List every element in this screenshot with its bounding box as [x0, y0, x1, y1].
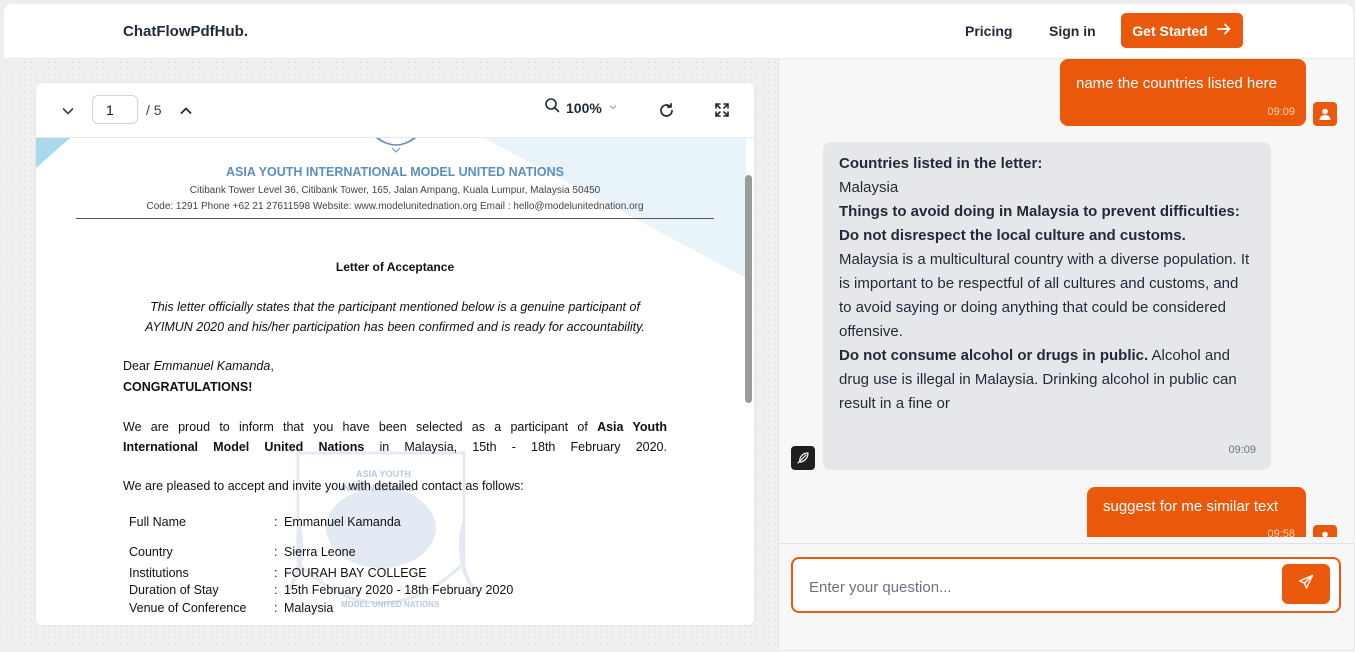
field-colon: : — [274, 545, 278, 559]
intro-line-2: AYIMUN 2020 and his/her participation ha… — [145, 320, 645, 334]
message-time: 09:58 — [1267, 528, 1295, 537]
send-button[interactable] — [1282, 564, 1330, 604]
body-line-1: We are proud to inform that you have bee… — [123, 420, 667, 434]
field-label-full-name: Full Name — [129, 515, 186, 529]
field-value-duration: 15th February 2020 - 18th February 2020 — [284, 583, 514, 597]
assistant-line: Do not consume alcohol or drugs in publi… — [839, 344, 1255, 416]
body-line-1-text: We are proud to inform that you have bee… — [123, 420, 598, 434]
user-message: name the countries listed here 09:09 — [1060, 59, 1306, 126]
pdf-viewer: / 5 100% — [36, 83, 754, 625]
salutation: Dear Emmanuel Kamanda, — [123, 359, 274, 373]
user-message-text: suggest for me similar text — [1103, 498, 1279, 515]
org-title: ASIA YOUTH INTERNATIONAL MODEL UNITED NA… — [226, 165, 564, 179]
page-number-input[interactable] — [92, 95, 138, 124]
field-value-country: Sierra Leone — [284, 545, 356, 559]
assistant-line: Things to avoid doing in Malaysia to pre… — [839, 203, 1240, 220]
user-message: suggest for me similar text 09:58 — [1087, 487, 1306, 537]
header-rule — [76, 218, 714, 219]
user-message-text: name the countries listed here — [1076, 75, 1277, 92]
field-colon: : — [274, 601, 278, 615]
page-decoration-left — [36, 138, 70, 168]
message-time: 09:09 — [1228, 444, 1256, 456]
body-line-1-bold: Asia Youth — [597, 420, 667, 434]
chat-messages: name the countries listed here 09:09 Cou… — [779, 59, 1353, 537]
field-label-country: Country — [129, 545, 173, 559]
intro-line-1: This letter officially states that the p… — [150, 300, 640, 314]
assistant-line: Malaysia is a multicultural country with… — [839, 251, 1250, 340]
chat-panel: name the countries listed here 09:09 Cou… — [779, 59, 1353, 649]
congratulations-text: CONGRATULATIONS! — [123, 380, 253, 394]
assistant-bold: Do not consume alcohol or drugs in publi… — [839, 347, 1149, 364]
assistant-line: Malaysia — [839, 179, 899, 196]
caret-down-icon — [608, 99, 618, 117]
fullscreen-icon[interactable] — [712, 100, 732, 120]
field-value-full-name: Emmanuel Kamanda — [284, 515, 401, 529]
field-label-institutions: Institutions — [129, 566, 189, 580]
get-started-button[interactable]: Get Started — [1121, 13, 1243, 48]
emblem-icon — [366, 138, 426, 159]
top-navbar: ChatFlowPdfHub. Pricing Sign in Get Star… — [4, 4, 1353, 59]
pdf-toolbar: / 5 100% — [36, 83, 754, 138]
search-icon — [544, 97, 560, 118]
assistant-line: Countries listed in the letter: — [839, 155, 1043, 172]
message-time: 09:09 — [1267, 106, 1295, 118]
field-value-venue: Malaysia — [284, 601, 334, 615]
salutation-prefix: Dear — [123, 359, 154, 373]
user-avatar-icon — [1313, 102, 1337, 126]
participant-name: Emmanuel Kamanda — [153, 359, 271, 373]
question-input-box — [791, 557, 1341, 613]
send-icon — [1298, 574, 1314, 595]
zoom-level: 100% — [566, 99, 602, 116]
refresh-icon[interactable] — [656, 100, 676, 120]
field-value-institutions: FOURAH BAY COLLEGE — [284, 566, 427, 580]
field-label-venue: Venue of Conference — [129, 601, 247, 615]
chevron-down-icon[interactable] — [58, 101, 78, 121]
org-address: Citibank Tower Level 36, Citibank Tower,… — [189, 185, 601, 196]
sign-in-link[interactable]: Sign in — [1049, 23, 1096, 39]
body-line-2-bold: International Model United Nations — [123, 440, 365, 454]
pdf-panel: / 5 100% — [4, 59, 778, 648]
user-avatar-icon — [1313, 525, 1337, 537]
assistant-line: Do not disrespect the local culture and … — [839, 227, 1186, 244]
chevron-up-icon[interactable] — [176, 101, 196, 121]
salutation-suffix: , — [270, 359, 274, 373]
pricing-link[interactable]: Pricing — [965, 23, 1012, 39]
field-colon: : — [274, 515, 278, 529]
pdf-page: ASIA YOUTH INTERNATIONAL MODEL UNITED NA… — [36, 138, 754, 625]
pdf-scrollbar[interactable] — [745, 175, 752, 403]
body-line-3: We are pleased to accept and invite you … — [123, 479, 524, 493]
watermark-text-top: ASIA YOUTH — [356, 469, 412, 479]
field-label-duration: Duration of Stay — [129, 583, 219, 597]
arrow-right-icon — [1216, 21, 1232, 40]
field-colon: : — [274, 583, 278, 597]
assistant-message: Countries listed in the letter: Malaysia… — [823, 142, 1271, 470]
zoom-control[interactable]: 100% — [544, 97, 618, 118]
chat-input-area — [779, 543, 1353, 649]
page-total: / 5 — [146, 102, 162, 118]
field-colon: : — [274, 566, 278, 580]
letter-heading: Letter of Acceptance — [335, 260, 455, 274]
brand-logo[interactable]: ChatFlowPdfHub. — [123, 23, 248, 40]
org-contact: Code: 1291 Phone +62 21 27611598 Website… — [146, 201, 644, 212]
get-started-label: Get Started — [1132, 22, 1208, 39]
body-line-2-text: in Malaysia, 15th - 18th February 2020. — [364, 440, 667, 454]
question-input[interactable] — [807, 574, 1271, 600]
watermark-text-bottom: MODEL UNITED NATIONS — [341, 600, 440, 609]
body-line-2: International Model United Nations in Ma… — [123, 440, 667, 454]
bot-avatar-feather-icon — [791, 446, 815, 470]
